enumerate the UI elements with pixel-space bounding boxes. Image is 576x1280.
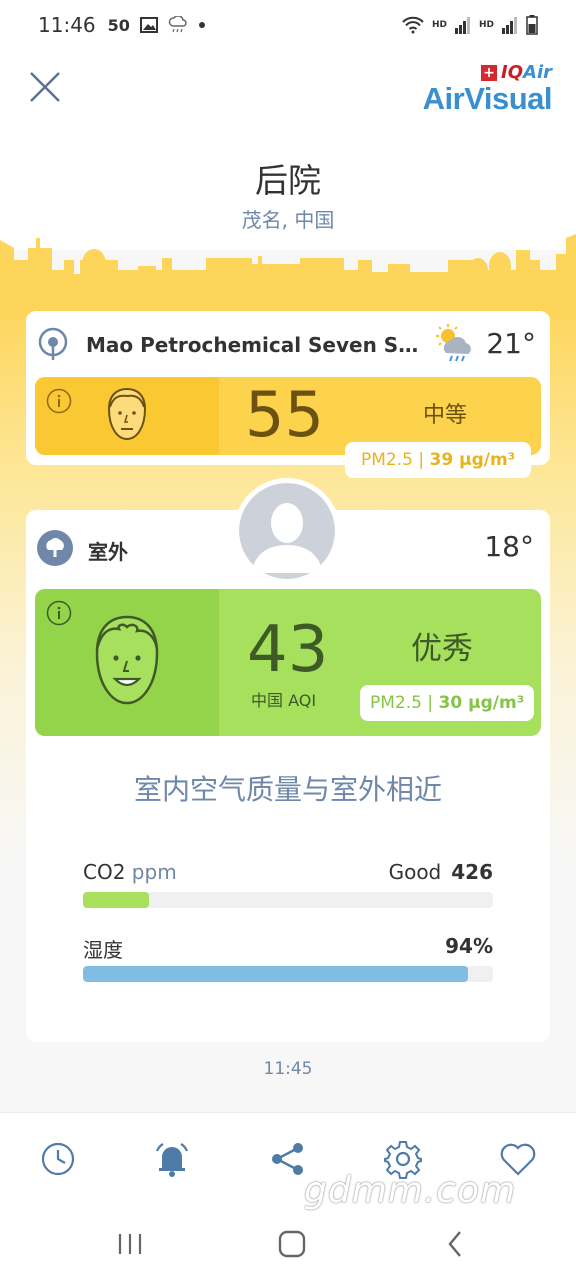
signal-icon-2 — [502, 17, 517, 34]
pollutant-concentration: 39 µg/m³ — [429, 450, 516, 470]
location-title: 后院 — [255, 161, 321, 200]
home-icon[interactable] — [272, 1224, 312, 1264]
pollutant-concentration-2: 30 µg/m³ — [438, 693, 525, 713]
avatar — [234, 478, 340, 584]
outdoor-label: 室外 — [88, 540, 128, 564]
station-aqi-category: 中等 — [423, 403, 468, 428]
co2-label: CO2 — [83, 860, 126, 884]
device-card[interactable]: 室外 18° 43 中国 AQI 优秀 PM2.5 | 30 µg/m³ 室内空… — [26, 510, 550, 1042]
net-label-1: HD — [431, 20, 447, 30]
status-time: 11:46 — [38, 13, 96, 37]
outdoor-pollutant-pill: PM2.5 | 30 µg/m³ — [360, 685, 535, 721]
pollutant-name: PM2.5 — [361, 450, 413, 470]
outdoor-temperature: 18° — [484, 530, 534, 563]
back-icon[interactable] — [436, 1224, 476, 1264]
neutral-face-icon — [107, 387, 147, 441]
station-aqi-value: 55 — [245, 378, 324, 451]
watermark: gdmm.com — [304, 1170, 517, 1211]
pollutant-name-2: PM2.5 — [370, 693, 422, 713]
history-icon[interactable] — [38, 1139, 78, 1179]
dot-icon — [198, 22, 205, 28]
status-bar: 11:46 50 HD HD — [0, 0, 576, 50]
co2-metric: CO2 ppm Good 426 — [83, 860, 493, 908]
info-icon[interactable] — [46, 388, 72, 414]
sun-cloud-rain-icon — [436, 324, 471, 362]
humidity-value: 94% — [445, 934, 493, 958]
brand-logo: + IQAir AirVisual — [422, 62, 553, 117]
default-avatar-icon — [239, 483, 335, 579]
humidity-bar-fill — [83, 966, 469, 982]
station-temperature: 21° — [486, 327, 536, 360]
header: + IQAir AirVisual 后院 茂名, 中国 — [0, 50, 576, 250]
station-name: Mao Petrochemical Seven Small… — [86, 333, 428, 357]
battery-icon — [526, 15, 538, 35]
station-pollutant-pill: PM2.5 | 39 µg/m³ — [345, 442, 532, 478]
co2-bar — [83, 892, 493, 908]
cloud-rain-icon — [168, 16, 187, 33]
co2-rating: Good — [388, 860, 442, 884]
brand-name: AirVisual — [422, 81, 553, 116]
share-icon[interactable] — [268, 1139, 308, 1179]
alarm-icon[interactable] — [152, 1139, 192, 1179]
updated-time: 11:45 — [263, 1059, 313, 1079]
location-subtitle: 茂名, 中国 — [241, 208, 335, 232]
co2-value: 426 — [451, 860, 493, 884]
co2-unit: ppm — [131, 860, 177, 884]
outdoor-aqi-band: 43 中国 AQI 优秀 PM2.5 | 30 µg/m³ — [35, 589, 541, 736]
station-pin-icon — [38, 327, 68, 360]
status-number: 50 — [107, 15, 130, 35]
brand-iq: IQ — [501, 62, 524, 83]
recent-apps-icon[interactable] — [110, 1224, 150, 1264]
humidity-label: 湿度 — [83, 938, 123, 962]
tree-icon — [37, 530, 73, 566]
image-icon — [139, 17, 158, 33]
city-skyline-graphic — [0, 234, 576, 320]
net-label-2: HD — [478, 20, 494, 30]
humidity-bar — [83, 966, 493, 982]
signal-icon — [454, 17, 470, 34]
wifi-icon — [402, 16, 424, 34]
aqi-standard-label: 中国 AQI — [251, 691, 317, 710]
brand-air: Air — [523, 62, 552, 83]
system-nav-bar — [0, 1208, 576, 1280]
info-icon-green[interactable] — [46, 600, 72, 626]
close-icon[interactable] — [28, 70, 62, 104]
outdoor-aqi-value: 43 — [247, 613, 329, 687]
outdoor-aqi-category: 优秀 — [411, 631, 473, 667]
swiss-cross-icon: + — [481, 64, 498, 81]
smiling-face-icon — [95, 615, 159, 705]
comparison-text: 室内空气质量与室外相近 — [133, 773, 442, 806]
humidity-metric: 湿度 94% — [83, 934, 493, 982]
co2-bar-fill — [83, 892, 149, 908]
